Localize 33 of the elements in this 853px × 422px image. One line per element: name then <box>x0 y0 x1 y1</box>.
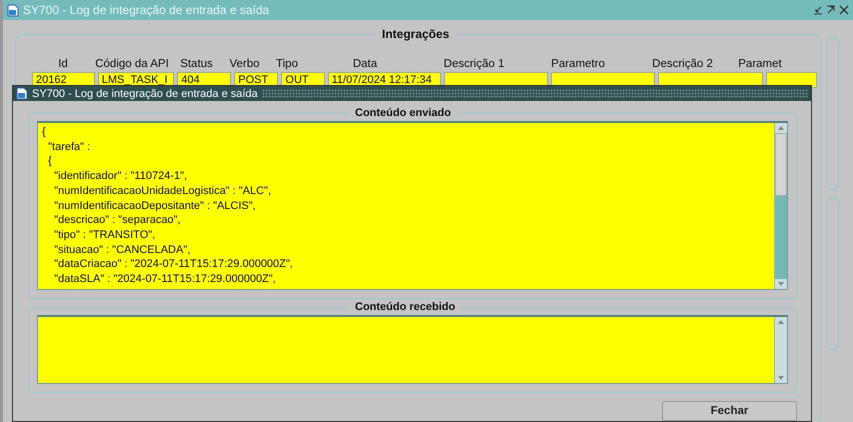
text-line: "dataCriacao" : "2024-07-11T15:17:29.000000Z", <box>53 257 294 272</box>
close-icon[interactable] <box>839 5 849 15</box>
dialog-title: SY700 - Log de integração de entrada e saída <box>32 88 258 100</box>
text-line: { <box>47 154 53 170</box>
text-line: "situacao" : "CANCELADA", <box>53 242 192 258</box>
column-header: Código da API <box>94 57 170 70</box>
column-header: Verbo <box>228 57 261 70</box>
maximize-icon[interactable] <box>826 5 836 15</box>
column-header: Data <box>352 57 378 70</box>
group-title: Conteúdo enviado <box>349 107 457 119</box>
app-icon <box>16 87 28 100</box>
text-line: "numIdentificacaoUnidadeLogistica" : "ALC", <box>53 184 272 199</box>
text-line: "tipo" : "TRANSITO", <box>53 228 156 243</box>
text-line: "dataSLA" : "2024-07-11T15:17:29.000000Z", <box>53 272 277 287</box>
text-line: { <box>42 125 47 140</box>
column-header: Status <box>179 57 214 70</box>
close-button[interactable]: Fechar <box>662 401 797 421</box>
text-area[interactable] <box>37 315 788 384</box>
text-line: "identificador" : "110724-1", <box>53 169 188 184</box>
column-header: Parametro <box>550 57 606 70</box>
text-line: "tarefa" : <box>47 140 92 154</box>
group-title: Integrações <box>376 27 456 41</box>
minimize-icon[interactable] <box>813 5 823 15</box>
window-title: SY700 - Log de integração de entrada e saída <box>23 3 270 17</box>
column-header: Descrição 1 <box>442 57 506 70</box>
column-header: Descrição 2 <box>651 57 714 70</box>
column-header: Id <box>57 57 69 70</box>
text-line: "descricao" : "separacao", <box>53 213 182 228</box>
group-title: Conteúdo recebido <box>349 301 462 313</box>
text-line: "numIdentificacaoDepositante" : "ALCIS", <box>53 198 257 214</box>
column-header: Tipo <box>275 57 299 70</box>
column-header: Paramet <box>737 57 783 70</box>
app-icon <box>7 4 19 16</box>
